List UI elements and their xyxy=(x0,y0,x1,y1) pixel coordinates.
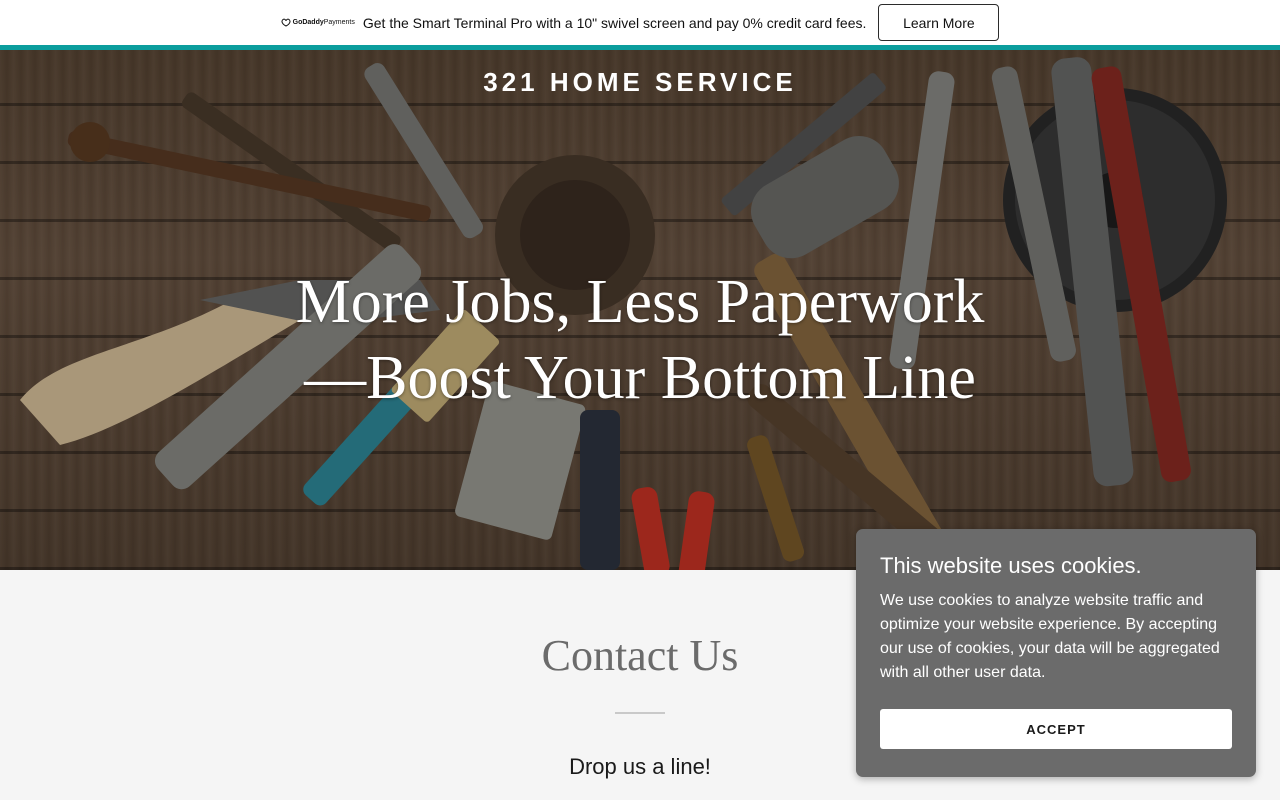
learn-more-button[interactable]: Learn More xyxy=(878,4,1000,41)
promo-banner: GoDaddy Payments Get the Smart Terminal … xyxy=(0,0,1280,45)
cookie-title: This website uses cookies. xyxy=(880,553,1142,578)
hero-headline: More Jobs, Less Paperwork —Boost Your Bo… xyxy=(0,264,1280,416)
site-brand[interactable]: 321 HOME SERVICE xyxy=(0,67,1280,98)
logo-brand-text: GoDaddy xyxy=(292,19,324,26)
promo-text: Get the Smart Terminal Pro with a 10" sw… xyxy=(362,14,867,31)
accept-cookies-button[interactable]: ACCEPT xyxy=(880,709,1232,749)
headline-line-2: —Boost Your Bottom Line xyxy=(304,344,976,412)
godaddy-logo-icon xyxy=(281,18,291,27)
hero-section: 321 HOME SERVICE More Jobs, Less Paperwo… xyxy=(0,50,1280,570)
logo-product-text: Payments xyxy=(323,19,355,26)
godaddy-payments-logo: GoDaddy Payments xyxy=(281,18,355,27)
contact-divider xyxy=(615,712,665,714)
cookie-banner: This website uses cookies. We use cookie… xyxy=(856,529,1256,777)
headline-line-1: More Jobs, Less Paperwork xyxy=(295,268,985,336)
cookie-body: We use cookies to analyze website traffi… xyxy=(880,592,1220,681)
